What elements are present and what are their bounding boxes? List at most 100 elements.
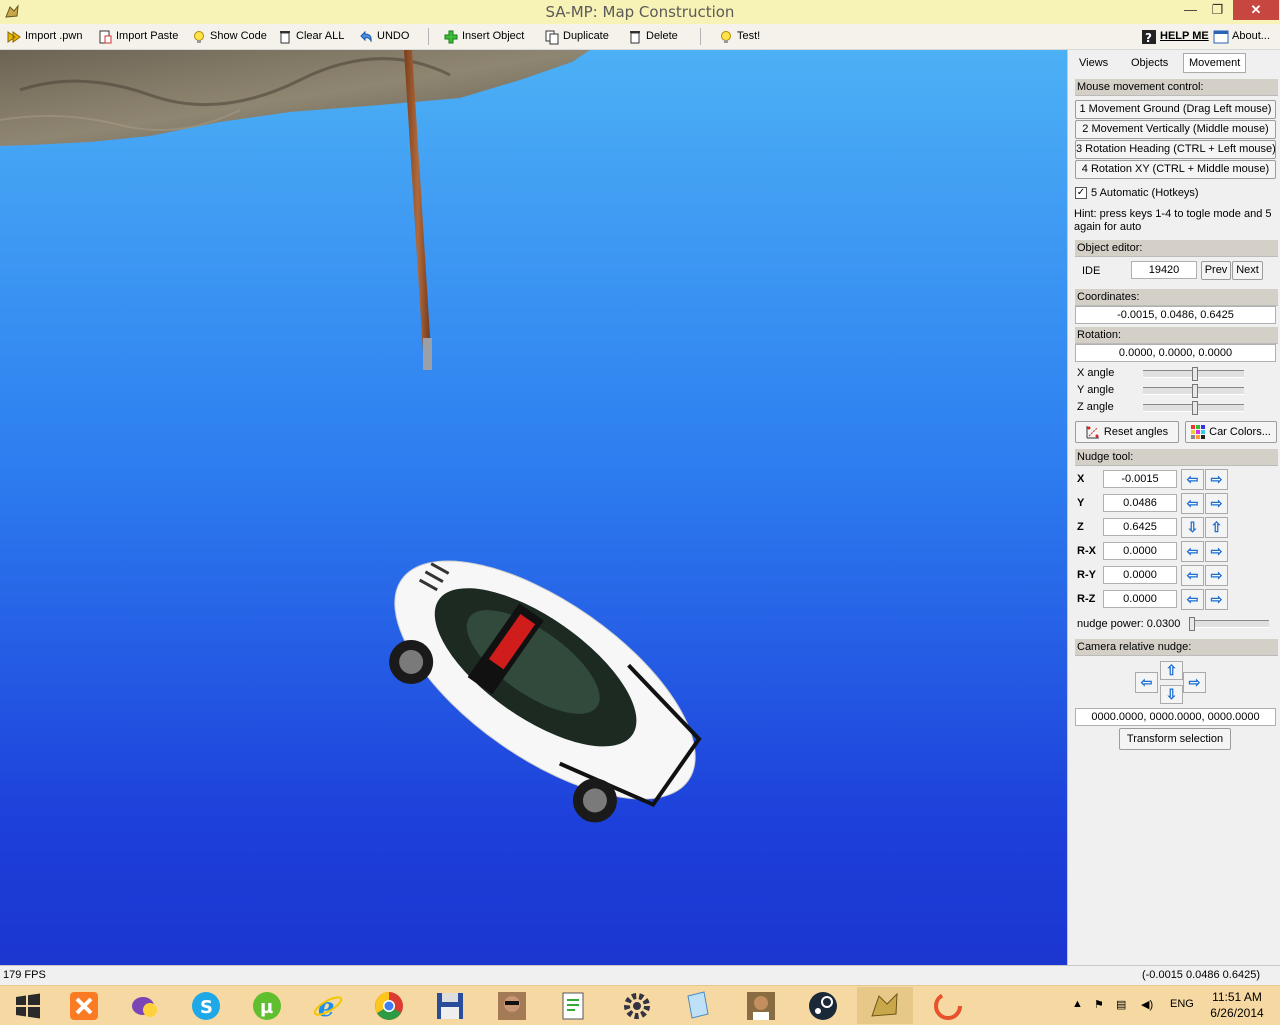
volume-icon[interactable]: ◀) [1141,998,1153,1011]
insert-object-button[interactable]: Insert Object [443,27,524,46]
import-pwn-button[interactable]: Import .pwn [6,27,82,46]
rotation-input[interactable]: 0.0000, 0.0000, 0.0000 [1075,344,1276,362]
duplicate-button[interactable]: Duplicate [544,27,609,46]
scene-render [0,50,702,823]
show-code-button[interactable]: Show Code [191,27,267,46]
nudge-x-input[interactable]: -0.0015 [1103,470,1177,488]
nudge-r-z-increase-button[interactable]: ⇨ [1205,589,1228,610]
taskbar-document[interactable] [670,987,726,1024]
undo-icon [360,30,372,43]
maximize-button[interactable]: ❐ [1204,0,1231,20]
transform-input[interactable]: 0000.0000, 0000.0000, 0000.0000 [1075,708,1276,726]
slider-thumb[interactable] [1189,617,1195,631]
nudge-r-y-input[interactable]: 0.0000 [1103,566,1177,584]
camera-nudge-left-button[interactable]: ⇦ [1135,672,1158,693]
nudge-power-slider[interactable] [1189,617,1269,631]
nudge-r-x-input[interactable]: 0.0000 [1103,542,1177,560]
camera-nudge-right-button[interactable]: ⇨ [1183,672,1206,693]
nudge-power-label: nudge power: 0.0300 [1077,618,1181,630]
import-paste-button[interactable]: Import Paste [97,27,178,46]
taskbar-chrome[interactable] [361,987,417,1024]
undo-button[interactable]: UNDO [358,27,409,46]
taskbar-xampp[interactable] [56,987,112,1024]
coordinates-input[interactable]: -0.0015, 0.0486, 0.6425 [1075,306,1276,324]
close-button[interactable]: ✕ [1233,0,1279,20]
reset-angles-button[interactable]: Reset angles [1075,421,1179,443]
language-indicator[interactable]: ENG [1170,998,1194,1010]
x-angle-slider[interactable] [1143,367,1244,381]
camera-nudge-down-button[interactable]: ⇩ [1160,685,1183,704]
system-clock[interactable]: 11:51 AM 6/26/2014 [1206,989,1268,1021]
camera-nudge-up-button[interactable]: ⇧ [1160,661,1183,680]
network-icon[interactable]: ▤ [1116,998,1126,1011]
nudge-x-increase-button[interactable]: ⇨ [1205,469,1228,490]
nudge-r-y-decrease-button[interactable]: ⇦ [1181,565,1204,586]
automatic-hotkeys-checkbox[interactable]: ✓ 5 Automatic (Hotkeys) [1075,187,1199,199]
taskbar-messenger[interactable] [117,987,173,1024]
nudge-r-z-decrease-button[interactable]: ⇦ [1181,589,1204,610]
clock-date: 6/26/2014 [1210,1006,1264,1020]
title-bar: SA-MP: Map Construction — ❐ ✕ [0,0,1280,24]
status-coordinates: (-0.0015 0.0486 0.6425) [1141,969,1260,981]
taskbar-save-disk[interactable] [422,987,478,1024]
rotation-heading-button[interactable]: 3 Rotation Heading (CTRL + Left mouse) [1075,140,1276,159]
transform-selection-button[interactable]: Transform selection [1119,728,1231,750]
ide-input[interactable]: 19420 [1131,261,1197,279]
plus-icon [444,30,458,43]
movement-vertical-button[interactable]: 2 Movement Vertically (Middle mouse) [1075,120,1276,139]
nudge-r-y-increase-button[interactable]: ⇨ [1205,565,1228,586]
taskbar-gta-sa[interactable] [733,987,789,1024]
3d-viewport[interactable] [0,50,1067,965]
z-angle-slider[interactable] [1143,401,1244,415]
rotation-xy-button[interactable]: 4 Rotation XY (CTRL + Middle mouse) [1075,160,1276,179]
help-me-button[interactable]: ? HELP ME [1141,27,1209,46]
start-button[interactable] [0,987,56,1024]
properties-panel: Views Objects Movement Mouse movement co… [1067,50,1280,965]
slider-thumb[interactable] [1191,367,1198,381]
show-hidden-icons[interactable]: ▲ [1072,998,1083,1010]
slider-thumb[interactable] [1191,384,1198,398]
nudge-r-z-input[interactable]: 0.0000 [1103,590,1177,608]
camera-nudge-header: Camera relative nudge: [1075,639,1278,656]
duplicate-icon [545,30,559,44]
slider-thumb[interactable] [1191,401,1198,415]
test-button[interactable]: Test! [718,27,760,46]
taskbar-steam[interactable] [795,987,851,1024]
nudge-y-input[interactable]: 0.0486 [1103,494,1177,512]
nudge-z-increase-button[interactable]: ⇧ [1205,517,1228,538]
taskbar-recorder[interactable] [920,987,976,1024]
taskbar-notepad[interactable] [545,987,601,1024]
y-angle-slider[interactable] [1143,384,1244,398]
nudge-r-x-decrease-button[interactable]: ⇦ [1181,541,1204,562]
action-center-flag-icon[interactable]: ⚑ [1094,998,1104,1011]
movement-ground-button[interactable]: 1 Movement Ground (Drag Left mouse) [1075,100,1276,119]
taskbar-gta-character[interactable] [484,987,540,1024]
trash-icon [280,30,290,43]
nudge-y-increase-button[interactable]: ⇨ [1205,493,1228,514]
minimize-button[interactable]: — [1177,0,1204,20]
taskbar-internet-explorer[interactable]: e [300,987,356,1024]
about-button[interactable]: About... [1213,27,1270,46]
next-button[interactable]: Next [1232,261,1263,280]
nudge-r-z-label: R-Z [1077,593,1096,605]
tab-objects[interactable]: Objects [1125,53,1174,73]
help-icon: ? [1142,29,1156,45]
tab-movement[interactable]: Movement [1183,53,1247,73]
delete-button[interactable]: Delete [627,27,678,46]
nudge-x-decrease-button[interactable]: ⇦ [1181,469,1204,490]
rock-terrain [0,50,590,146]
prev-button[interactable]: Prev [1201,261,1231,280]
nudge-r-x-increase-button[interactable]: ⇨ [1205,541,1228,562]
clear-all-button[interactable]: Clear ALL [277,27,344,46]
nudge-z-input[interactable]: 0.6425 [1103,518,1177,536]
taskbar-utorrent[interactable]: µ [239,987,295,1024]
nudge-tool-header: Nudge tool: [1075,449,1278,466]
tab-views[interactable]: Views [1073,53,1114,73]
taskbar-map-construction[interactable] [857,987,913,1024]
taskbar-gear-app[interactable] [609,987,665,1024]
nudge-y-decrease-button[interactable]: ⇦ [1181,493,1204,514]
taskbar-skype[interactable]: S [178,987,234,1024]
car-colors-button[interactable]: Car Colors... [1185,421,1277,443]
nudge-z-decrease-button[interactable]: ⇩ [1181,517,1204,538]
nudge-r-y-label: R-Y [1077,569,1096,581]
